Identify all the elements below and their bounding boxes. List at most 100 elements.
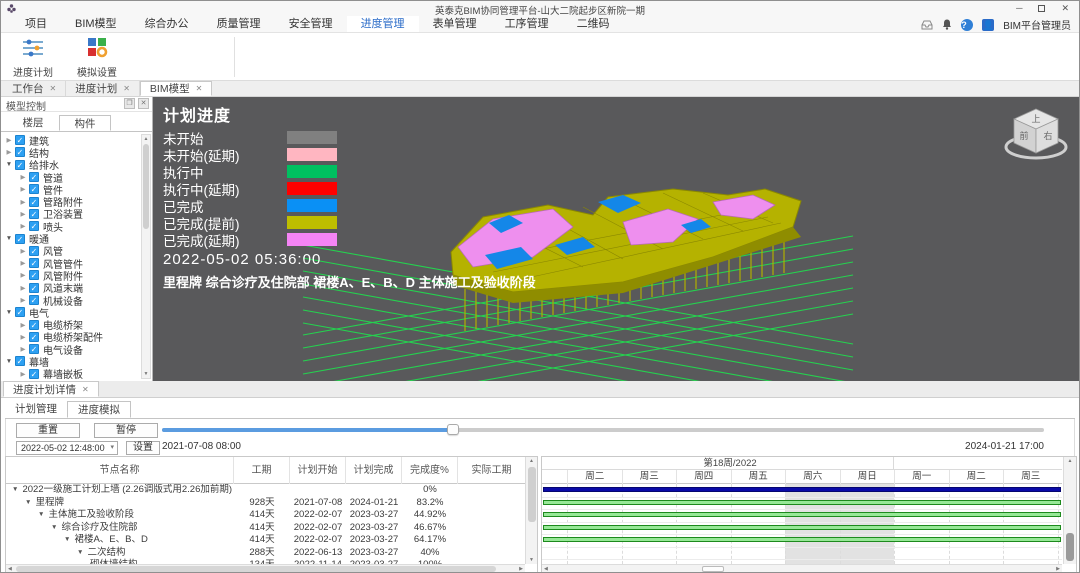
checkbox[interactable]: ✓ [15,356,25,366]
checkbox[interactable]: ✓ [29,320,39,330]
scroll-right-icon[interactable]: ▶ [1056,566,1060,572]
help-icon[interactable]: ? [961,19,973,31]
doc-tab[interactable]: 工作台✕ [3,81,66,96]
tree-item[interactable]: ▶✓结构 [1,146,141,158]
checkbox[interactable]: ✓ [29,295,39,305]
table-row[interactable]: ▼里程牌928天2021-07-082024-01-2183.2% [6,497,526,510]
collapse-icon[interactable]: ▼ [64,536,70,543]
expand-icon[interactable]: ▶ [18,345,28,353]
column-header[interactable]: 完成度% [402,457,458,484]
tree-item[interactable]: ▶✓喷头 [1,220,141,232]
tree-item[interactable]: ▶✓建筑 [1,134,141,146]
menu-item[interactable]: 二维码 [563,16,624,32]
scrollbar-thumb[interactable] [143,144,149,229]
maximize-button[interactable] [1038,5,1045,12]
checkbox[interactable]: ✓ [29,369,39,379]
table-row[interactable]: ▼综合诊疗及住院部414天2022-02-072023-03-2746.67% [6,522,526,535]
expand-icon[interactable]: ▶ [18,370,28,378]
tree-item[interactable]: ▶✓管道 [1,171,141,183]
expand-icon[interactable]: ▶ [18,259,28,267]
float-panel-icon[interactable]: ❐ [124,98,135,109]
datetime-picker[interactable]: 2022-05-02 12:48:00 ▾ [16,441,118,455]
checkbox[interactable]: ✓ [29,184,39,194]
scroll-right-icon[interactable]: ▶ [519,566,523,572]
column-header[interactable]: 计划开始 [290,457,346,484]
table-row[interactable]: ▼主体施工及验收阶段414天2022-02-072023-03-2744.92% [6,509,526,522]
settings-button[interactable]: 设置 [126,441,160,455]
checkbox[interactable]: ✓ [29,209,39,219]
checkbox[interactable]: ✓ [29,172,39,182]
tree-item[interactable]: ▶✓机械设备 [1,294,141,306]
checkbox[interactable]: ✓ [29,197,39,207]
time-slider[interactable] [162,428,1044,432]
collapse-icon[interactable]: ▼ [4,358,14,365]
checkbox[interactable]: ✓ [15,307,25,317]
expand-icon[interactable]: ▶ [18,210,28,218]
tree-item[interactable]: ▼✓暖通 [1,232,141,244]
avatar[interactable]: 👤 [982,19,994,31]
detail-tab[interactable]: 进度计划详情 ✕ [3,381,99,397]
expand-icon[interactable]: ▶ [18,321,28,329]
menu-item[interactable]: 进度管理 [347,16,419,32]
reset-button[interactable]: 重置 [16,423,80,438]
tree-item[interactable]: ▶✓卫浴装置 [1,208,141,220]
schedule-plan-button[interactable]: 进度计划 [7,37,59,77]
scroll-left-icon[interactable]: ◀ [8,566,12,572]
expand-icon[interactable]: ▶ [18,296,28,304]
expand-icon[interactable]: ▶ [18,271,28,279]
table-row[interactable]: ▼裙楼A、E、B、D414天2022-02-072023-03-2764.17% [6,534,526,547]
expand-icon[interactable]: ▶ [18,247,28,255]
column-header[interactable]: 节点名称 [6,457,234,484]
bell-icon[interactable] [942,19,952,30]
tree-item[interactable]: ▼✓给排水 [1,159,141,171]
inner-tab[interactable]: 进度模拟 [67,401,131,418]
tree-item[interactable]: ▶✓幕墙嵌板 [1,368,141,379]
expand-icon[interactable]: ▶ [4,148,14,156]
close-panel-icon[interactable]: ✕ [138,98,149,109]
checkbox[interactable]: ✓ [15,160,25,170]
column-header[interactable]: 计划完成 [346,457,402,484]
close-icon[interactable]: ✕ [123,84,130,93]
scrollbar-thumb[interactable] [1066,533,1074,561]
view-cube[interactable]: 上 前 右 [1001,103,1071,168]
checkbox[interactable]: ✓ [15,234,25,244]
checkbox[interactable]: ✓ [29,270,39,280]
menu-item[interactable]: 综合办公 [131,16,203,32]
scrollbar-thumb[interactable] [702,566,724,572]
checkbox[interactable]: ✓ [29,246,39,256]
checkbox[interactable]: ✓ [29,283,39,293]
menu-item[interactable]: BIM模型 [61,16,131,32]
menu-item[interactable]: 表单管理 [419,16,491,32]
scroll-left-icon[interactable]: ◀ [544,566,548,572]
table-row[interactable]: ▼2022一级施工计划上墙 (2.26调版式用2.26加前期)0% [6,484,526,497]
column-header[interactable]: 实际工期 [458,457,526,484]
tree-item[interactable]: ▶✓电气设备 [1,343,141,355]
inner-tab[interactable]: 计划管理 [5,401,67,418]
viewport-3d[interactable]: 计划进度 未开始未开始(延期)执行中执行中(延期)已完成已完成(提前)已完成(延… [153,97,1079,381]
checkbox[interactable]: ✓ [15,135,25,145]
gantt-vscrollbar[interactable]: ▲ [1063,457,1076,564]
collapse-icon[interactable]: ▼ [4,309,14,316]
checkbox[interactable]: ✓ [15,147,25,157]
checkbox[interactable]: ✓ [29,332,39,342]
user-name[interactable]: BIM平台管理员 [1003,17,1071,32]
close-icon[interactable]: ✕ [196,84,203,93]
scroll-down-icon[interactable]: ▼ [526,557,537,563]
scroll-up-icon[interactable]: ▲ [142,136,150,142]
scroll-up-icon[interactable]: ▲ [1064,458,1076,464]
tray-icon[interactable] [921,20,933,30]
collapse-icon[interactable]: ▼ [12,486,18,493]
menu-item[interactable]: 质量管理 [203,16,275,32]
table-vscrollbar[interactable]: ▲ ▼ [525,457,537,564]
doc-tab[interactable]: 进度计划✕ [66,81,140,96]
gantt-hscrollbar[interactable]: ◀ ▶ [542,564,1062,573]
checkbox[interactable]: ✓ [29,344,39,354]
collapse-icon[interactable]: ▼ [38,511,44,518]
close-icon[interactable]: ✕ [50,84,57,93]
collapse-icon[interactable]: ▼ [25,499,31,506]
table-hscrollbar[interactable]: ◀ ▶ [6,564,525,573]
collapse-icon[interactable]: ▼ [4,161,14,168]
expand-icon[interactable]: ▶ [18,333,28,341]
simulation-settings-button[interactable]: 模拟设置 [71,37,123,77]
menu-item[interactable]: 工序管理 [491,16,563,32]
